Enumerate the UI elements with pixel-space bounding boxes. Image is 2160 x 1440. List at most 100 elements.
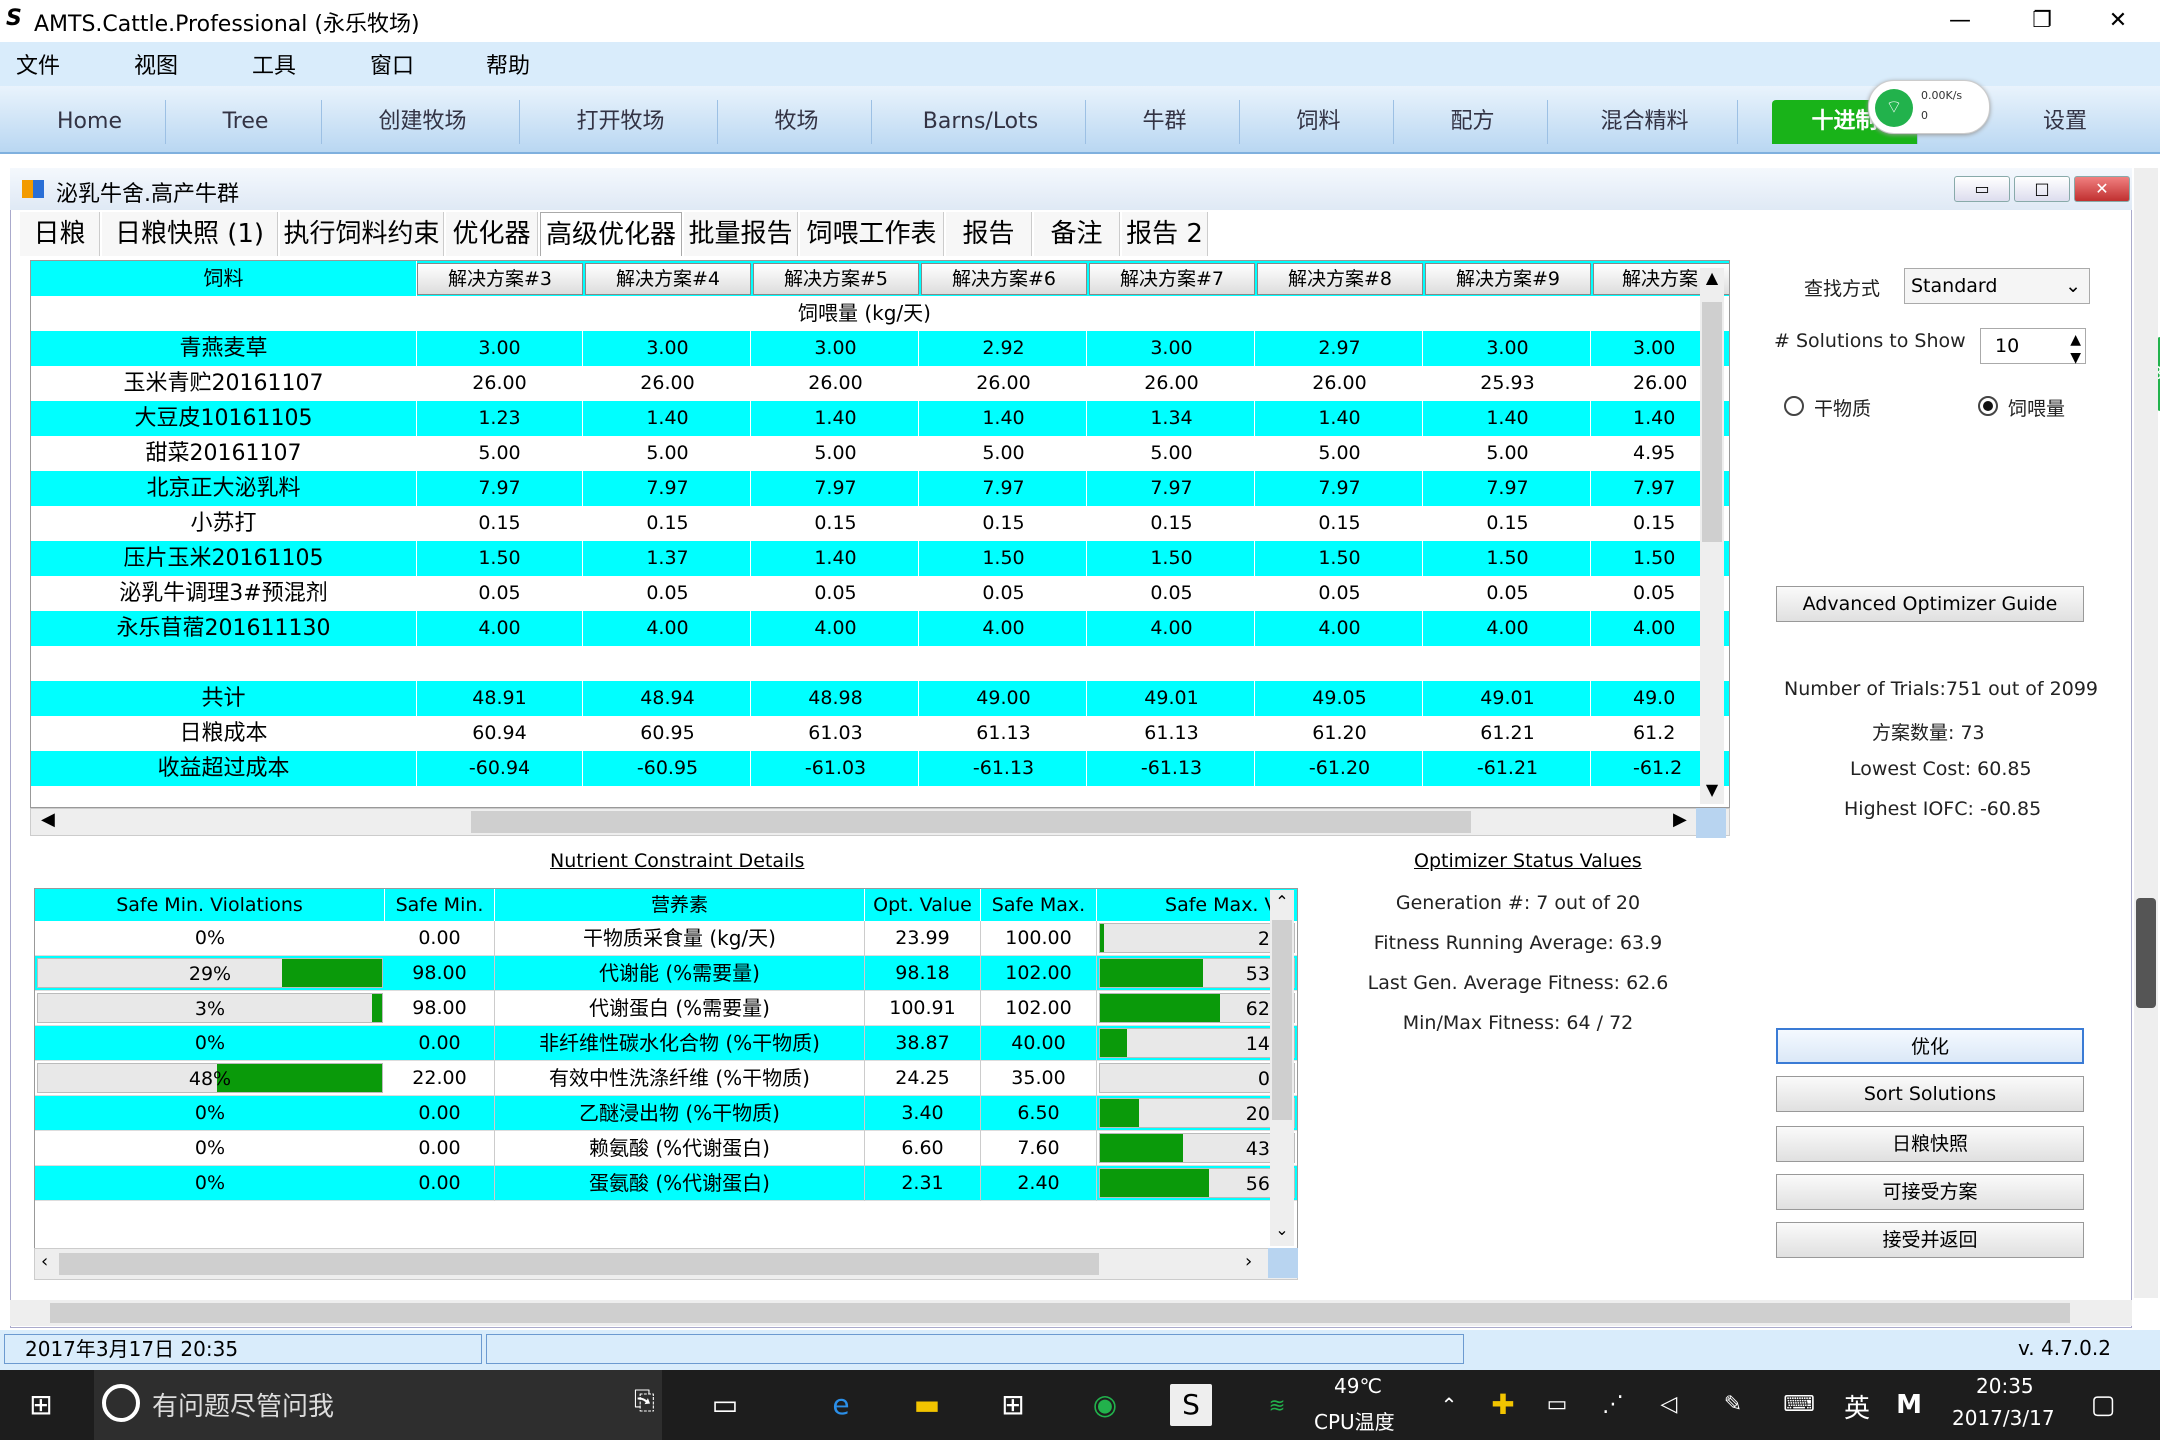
feed-row[interactable]: 北京正大泌乳料 7.97 7.97 7.97 7.97 7.97 7.97 7.97 7.97 xyxy=(31,471,1729,506)
feed-row[interactable]: 小苏打 0.15 0.15 0.15 0.15 0.15 0.15 0.15 0.15 xyxy=(31,506,1729,541)
menu-file[interactable]: 文件 xyxy=(16,48,60,80)
menu-tools[interactable]: 工具 xyxy=(252,48,296,80)
feed-row[interactable]: 大豆皮10161105 1.23 1.40 1.40 1.40 1.34 1.40 1.40 1… xyxy=(31,401,1729,436)
grid-vertical-scrollbar[interactable]: ▲ ▼ xyxy=(1700,268,1724,804)
col-safe-min[interactable]: Safe Min. xyxy=(385,889,495,921)
menu-view[interactable]: 视图 xyxy=(134,48,178,80)
ration-snapshot-button[interactable]: 日粮快照 xyxy=(1776,1126,2084,1162)
chevron-up-icon[interactable]: ⌃ xyxy=(1428,1384,1470,1426)
optimizer-guide-button[interactable]: Advanced Optimizer Guide xyxy=(1776,586,2084,622)
taskbar-search[interactable]: 有问题尽管问我 ⎘ xyxy=(94,1370,662,1440)
browser-icon[interactable]: ◉ xyxy=(1084,1384,1126,1426)
minimize-button[interactable]: — xyxy=(1928,4,1992,38)
grid-horizontal-scrollbar[interactable]: ◀ ▶ xyxy=(30,808,1730,836)
windows-start-icon[interactable]: ⊞ xyxy=(20,1384,62,1426)
feed-row[interactable] xyxy=(31,646,1729,681)
volume-icon[interactable]: ◁ xyxy=(1648,1384,1690,1426)
feed-row[interactable]: 压片玉米20161105 1.50 1.37 1.40 1.50 1.50 1.50 1.50… xyxy=(31,541,1729,576)
nutrient-row[interactable]: 0% 0.00 赖氨酸 (%代谢蛋白) 6.60 7.60 43% xyxy=(35,1131,1297,1166)
acceptable-solutions-button[interactable]: 可接受方案 xyxy=(1776,1174,2084,1210)
ime-indicator[interactable]: 英 xyxy=(1844,1388,1870,1425)
nutrient-row[interactable]: 0% 0.00干物质采食量 (kg/天)23.99100.002% xyxy=(35,921,1297,956)
column-header[interactable]: 解决方案#3 xyxy=(417,263,583,295)
sort-solutions-button[interactable]: Sort Solutions xyxy=(1776,1076,2084,1112)
tab-report[interactable]: 报告 xyxy=(946,212,1032,256)
network-icon[interactable]: ⋰ xyxy=(1592,1384,1634,1426)
scroll-down-icon[interactable]: ▼ xyxy=(1700,780,1724,804)
scroll-thumb[interactable] xyxy=(471,811,1471,833)
sub-maximize-button[interactable]: □ xyxy=(2014,176,2070,202)
scroll-thumb[interactable] xyxy=(1702,302,1722,542)
menu-help[interactable]: 帮助 xyxy=(486,48,530,80)
column-header[interactable]: 解决方案#9 xyxy=(1425,263,1591,295)
nutrient-row[interactable]: 0% 0.00 蛋氨酸 (%代谢蛋白) 2.31 2.40 56% xyxy=(35,1166,1297,1201)
store-icon[interactable]: ⊞ xyxy=(992,1384,1034,1426)
search-mode-select[interactable]: Standard ⌄ xyxy=(1904,268,2090,304)
column-header[interactable]: 解决方案#8 xyxy=(1257,263,1423,295)
clock-time[interactable]: 20:35 xyxy=(1976,1374,2034,1398)
main-horizontal-scrollbar[interactable] xyxy=(10,1300,2132,1326)
tray-plus-icon[interactable]: ✚ xyxy=(1482,1384,1524,1426)
tab-feeding-sheet[interactable]: 饲喂工作表 xyxy=(800,212,944,256)
tab-optimizer[interactable]: 优化器 xyxy=(446,212,538,256)
nutrient-row[interactable]: 0% 0.00 非纤维性碳水化合物 (%干物质) 38.87 40.00 14% xyxy=(35,1026,1297,1061)
nav-barns-lots[interactable]: Barns/Lots xyxy=(876,100,1086,144)
nutrient-row[interactable]: 3% 98.00 代谢蛋白 (%需要量) 100.91 102.00 62% xyxy=(35,991,1297,1026)
file-explorer-icon[interactable]: ▬ xyxy=(906,1384,948,1426)
nav-farm[interactable]: 牧场 xyxy=(722,100,872,144)
scroll-up-icon[interactable]: ▲ xyxy=(1700,268,1724,292)
scroll-thumb[interactable] xyxy=(50,1303,2070,1323)
amts-app-icon[interactable]: S xyxy=(1170,1384,1212,1426)
scroll-up-icon[interactable]: ⌃ xyxy=(1270,892,1294,911)
optimize-button[interactable]: 优化 xyxy=(1776,1028,2084,1064)
scroll-right-icon[interactable]: ▶ xyxy=(1673,809,1687,830)
accept-and-return-button[interactable]: 接受并返回 xyxy=(1776,1222,2084,1258)
scroll-thumb[interactable] xyxy=(2136,898,2156,1008)
tab-report-2[interactable]: 报告 2 xyxy=(1122,212,1208,256)
wifi-tray-icon[interactable]: ≋ xyxy=(1256,1384,1298,1426)
main-vertical-scrollbar[interactable] xyxy=(2134,168,2158,1298)
scroll-left-icon[interactable]: ◀ xyxy=(41,809,55,830)
tab-advanced-optimizer[interactable]: 高级优化器 xyxy=(540,212,682,256)
battery-icon[interactable]: ▭ xyxy=(1536,1384,1578,1426)
spin-down-icon[interactable]: ▼ xyxy=(2070,341,2081,375)
pen-icon[interactable]: ✎ xyxy=(1712,1384,1754,1426)
nutrient-row[interactable]: 0% 0.00 乙醚浸出物 (%干物质) 3.40 6.50 20% xyxy=(35,1096,1297,1131)
task-view-icon[interactable]: ▭ xyxy=(704,1384,746,1426)
scroll-right-icon[interactable]: › xyxy=(1245,1251,1252,1272)
feed-row[interactable]: 甜菜20161107 5.00 5.00 5.00 5.00 5.00 5.00 5.00 4.… xyxy=(31,436,1729,471)
edge-icon[interactable]: e xyxy=(820,1384,862,1426)
feed-row[interactable]: 玉米青贮20161107 26.00 26.00 26.00 26.00 26.00 26.… xyxy=(31,366,1729,401)
nav-tree[interactable]: Tree xyxy=(170,100,322,144)
tab-notes[interactable]: 备注 xyxy=(1034,212,1120,256)
close-button[interactable]: ✕ xyxy=(2086,4,2150,38)
column-header[interactable]: 解决方案#5 xyxy=(753,263,919,295)
scroll-thumb[interactable] xyxy=(1272,920,1292,1120)
tab-feed-constraints[interactable]: 执行饲料约束 xyxy=(280,212,444,256)
notification-icon[interactable]: ▢ xyxy=(2082,1384,2124,1426)
feed-row[interactable]: 泌乳牛调理3#预混剂 0.05 0.05 0.05 0.05 0.05 0.05 0.05 0.… xyxy=(31,576,1729,611)
nutrient-row[interactable]: 29% 98.00 代谢能 (%需要量) 98.18 102.00 53% xyxy=(35,956,1297,991)
col-safe-max-violations[interactable]: Safe Max. Vio xyxy=(1097,889,1297,921)
tab-ration-snapshot[interactable]: 日粮快照 (1) xyxy=(102,212,278,256)
nav-open-farm[interactable]: 打开牧场 xyxy=(524,100,718,144)
nav-formula[interactable]: 配方 xyxy=(1398,100,1548,144)
tab-ration[interactable]: 日粮 xyxy=(20,212,100,256)
col-safe-max[interactable]: Safe Max. xyxy=(981,889,1097,921)
nav-mix[interactable]: 混合精料 xyxy=(1552,100,1738,144)
col-safe-min-violations[interactable]: Safe Min. Violations xyxy=(35,889,385,921)
feed-row[interactable]: 共计 48.91 48.94 48.98 49.00 49.01 49.05 49.01 49.… xyxy=(31,681,1729,716)
ime-mode-icon[interactable]: M xyxy=(1888,1384,1930,1426)
nav-herd[interactable]: 牛群 xyxy=(1090,100,1240,144)
radio-feed-amount[interactable] xyxy=(1978,396,1998,416)
clock-date[interactable]: 2017/3/17 xyxy=(1952,1406,2055,1430)
feed-row[interactable]: 日粮成本 60.94 60.95 61.03 61.13 61.13 61.20 61.21 6… xyxy=(31,716,1729,751)
radio-dry-matter[interactable] xyxy=(1784,396,1804,416)
feed-row[interactable]: 青燕麦草 3.00 3.00 3.00 2.92 3.00 2.97 3.00 3.00 xyxy=(31,331,1729,366)
feed-row[interactable]: 永乐苜蓿201611130 4.00 4.00 4.00 4.00 4.00 4.00 4.0… xyxy=(31,611,1729,646)
col-nutrient[interactable]: 营养素 xyxy=(495,889,865,921)
microphone-icon[interactable]: ⎘ xyxy=(634,1386,655,1417)
nav-feed[interactable]: 饲料 xyxy=(1244,100,1394,144)
column-header[interactable]: 解决方案#7 xyxy=(1089,263,1255,295)
nav-settings[interactable]: 设置 xyxy=(1990,100,2140,144)
